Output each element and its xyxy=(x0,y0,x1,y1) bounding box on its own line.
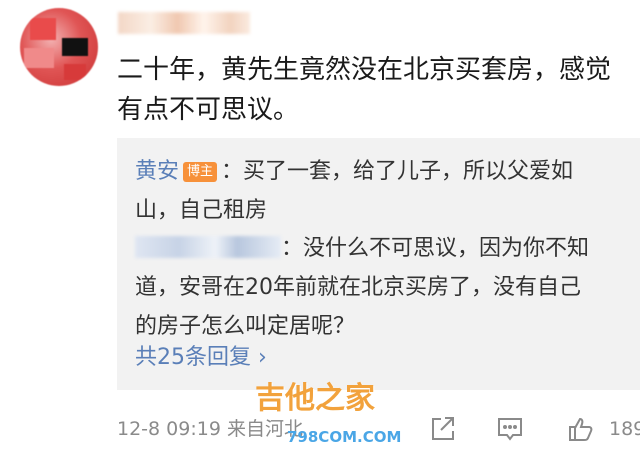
reply-line: 道，安哥在20年前就在北京买房了，没有自己 xyxy=(135,275,581,300)
watermark-sub: 798COM.COM xyxy=(287,428,402,446)
comment-icon[interactable] xyxy=(495,414,525,444)
comment-meta: 12-8 09:19 来自河北 xyxy=(117,418,303,440)
avatar-mosaic xyxy=(62,38,88,56)
username-blurred[interactable] xyxy=(118,12,250,34)
reply-line: 黄安 博主 ：买了一套，给了儿子，所以父爱如 xyxy=(135,152,640,191)
avatar-mosaic xyxy=(30,18,56,40)
reply-line: ：没什么不可思议，因为你不知 xyxy=(135,229,640,268)
like-icon[interactable] xyxy=(566,414,596,444)
share-icon[interactable] xyxy=(427,414,457,444)
reply-text: ：没什么不可思议，因为你不知 xyxy=(281,236,590,261)
avatar[interactable] xyxy=(20,8,98,86)
reply-item: ：没什么不可思议，因为你不知 道，安哥在20年前就在北京买房了，没有自己 的房子… xyxy=(135,229,640,346)
reply-line: 的房子怎么叫定居呢？ xyxy=(135,314,356,339)
reply-box: 黄安 博主 ：买了一套，给了儿子，所以父爱如 山，自己租房 ：没什么不可思议，因为你… xyxy=(117,138,640,390)
comment-footer: 12-8 09:19 来自河北 吉他之家 798COM.COM 189 xyxy=(117,384,640,447)
like-count: 189 xyxy=(609,418,640,440)
comment-line: 有点不可思议。 xyxy=(117,95,300,125)
comment-text: 二十年，黄先生竟然没在北京买套房，感觉 有点不可思议。 xyxy=(117,50,640,130)
reply-text: ：买了一套，给了儿子，所以父爱如 xyxy=(221,159,574,184)
reply-author[interactable]: 黄安 xyxy=(135,159,179,184)
watermark: 吉他之家 xyxy=(255,381,375,416)
reply-author-blurred[interactable] xyxy=(135,236,281,258)
comment-line: 二十年，黄先生竟然没在北京买套房，感觉 xyxy=(117,55,612,85)
blogger-badge: 博主 xyxy=(183,162,218,182)
reply-item: 黄安 博主 ：买了一套，给了儿子，所以父爱如 山，自己租房 xyxy=(135,152,640,230)
avatar-mosaic xyxy=(64,64,86,80)
more-replies-link[interactable]: 共25条回复 › xyxy=(135,343,267,373)
reply-line: 山，自己租房 xyxy=(135,198,268,223)
avatar-mosaic xyxy=(24,48,54,68)
